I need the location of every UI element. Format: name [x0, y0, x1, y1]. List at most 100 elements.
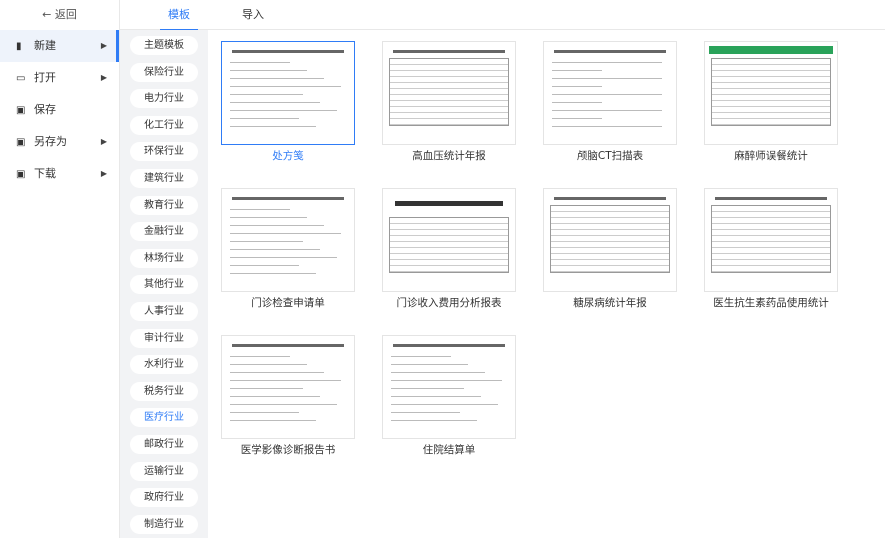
- menu-item-4[interactable]: ▣ 下载 ▶: [0, 158, 119, 190]
- category-item[interactable]: 金融行业: [130, 222, 198, 242]
- thumb-line: [230, 62, 290, 63]
- thumb-title: [232, 50, 344, 53]
- file-menu: ▮ 新建 ▶ ▭ 打开 ▶ ▣ 保存 ▣ 另存为 ▶ ▣ 下载 ▶: [0, 30, 119, 190]
- category-item[interactable]: 建筑行业: [130, 169, 198, 188]
- back-button[interactable]: ← 返回: [0, 0, 119, 30]
- template-name[interactable]: 医生抗生素药品使用统计: [691, 295, 851, 310]
- thumb-line: [230, 118, 299, 119]
- thumb-title: [232, 344, 344, 347]
- thumb-grid: [389, 217, 509, 273]
- thumb-line: [391, 404, 498, 405]
- template-thumbnail[interactable]: [221, 335, 355, 439]
- thumb-line: [391, 396, 481, 397]
- thumb-grid-row: [390, 266, 508, 272]
- thumb-line: [230, 372, 324, 373]
- thumb-line: [552, 102, 602, 103]
- category-item[interactable]: 医疗行业: [130, 408, 198, 428]
- chevron-right-icon: ▶: [100, 169, 107, 178]
- template-name[interactable]: 处方笺: [208, 148, 368, 163]
- thumb-line: [391, 380, 502, 381]
- template-name[interactable]: 住院结算单: [369, 442, 529, 457]
- menu-item-3[interactable]: ▣ 另存为 ▶: [0, 126, 119, 158]
- save-as-icon: ▣: [16, 137, 26, 148]
- thumb-grid-row: [712, 119, 830, 125]
- category-item[interactable]: 其他行业: [130, 275, 198, 295]
- template-thumbnail[interactable]: [704, 41, 838, 145]
- menu-item-label: 保存: [34, 103, 56, 116]
- category-item[interactable]: 税务行业: [130, 381, 198, 401]
- tab-0[interactable]: 模板: [160, 0, 198, 31]
- template-thumbnail[interactable]: [543, 188, 677, 292]
- menu-item-0[interactable]: ▮ 新建 ▶: [0, 30, 119, 62]
- template-thumbnail[interactable]: [221, 188, 355, 292]
- template-thumbnail[interactable]: [543, 41, 677, 145]
- thumb-line: [230, 396, 320, 397]
- category-item[interactable]: 林场行业: [130, 248, 198, 268]
- thumb-line: [552, 126, 662, 127]
- thumb-grid-row: [712, 266, 830, 272]
- thumb-line: [230, 249, 320, 250]
- template-thumbnail[interactable]: [704, 188, 838, 292]
- template-name[interactable]: 糖尿病统计年报: [530, 295, 690, 310]
- thumb-line: [230, 265, 299, 266]
- thumb-title: [554, 197, 666, 200]
- thumb-line: [230, 364, 307, 365]
- category-item[interactable]: 电力行业: [130, 89, 198, 109]
- category-item[interactable]: 环保行业: [130, 142, 198, 162]
- thumb-line: [391, 412, 460, 413]
- tab-1[interactable]: 导入: [242, 0, 264, 30]
- thumb-grid-row: [390, 119, 508, 125]
- thumb-line: [230, 273, 316, 274]
- thumb-line: [230, 102, 320, 103]
- category-item[interactable]: 运输行业: [130, 461, 198, 481]
- template-name[interactable]: 颅脑CT扫描表: [530, 148, 690, 163]
- thumb-grid: [711, 58, 831, 126]
- thumb-line: [230, 380, 341, 381]
- category-item[interactable]: 教育行业: [130, 195, 198, 215]
- thumb-line: [230, 225, 324, 226]
- category-item[interactable]: 水利行业: [130, 355, 198, 375]
- thumb-title: [715, 197, 827, 200]
- thumb-line: [230, 233, 341, 234]
- thumb-line: [230, 420, 316, 421]
- category-item[interactable]: 审计行业: [130, 328, 198, 348]
- thumb-line: [391, 356, 451, 357]
- template-thumbnail[interactable]: [221, 41, 355, 145]
- thumb-line: [552, 70, 602, 71]
- menu-item-2[interactable]: ▣ 保存: [0, 94, 119, 126]
- thumb-grid: [550, 205, 670, 273]
- template-name[interactable]: 麻醉师误餐统计: [691, 148, 851, 163]
- template-thumbnail[interactable]: [382, 41, 516, 145]
- menu-item-label: 打开: [34, 71, 56, 84]
- thumb-title: [395, 201, 503, 206]
- thumb-line: [552, 110, 662, 111]
- template-thumbnail[interactable]: [382, 335, 516, 439]
- category-item[interactable]: 人事行业: [130, 302, 198, 321]
- category-item[interactable]: 化工行业: [130, 115, 198, 135]
- template-name[interactable]: 门诊收入费用分析报表: [369, 295, 529, 310]
- thumb-line: [552, 78, 662, 79]
- thumb-line: [230, 356, 290, 357]
- thumb-header: [709, 46, 833, 54]
- category-item[interactable]: 保险行业: [130, 62, 198, 82]
- thumb-line: [552, 94, 662, 95]
- category-item[interactable]: 政府行业: [130, 488, 198, 508]
- thumb-line: [230, 209, 290, 210]
- thumb-title: [232, 197, 344, 200]
- category-item[interactable]: 邮政行业: [130, 435, 198, 454]
- thumb-grid-row: [551, 266, 669, 272]
- thumb-line: [230, 241, 303, 242]
- menu-item-1[interactable]: ▭ 打开 ▶: [0, 62, 119, 94]
- thumb-line: [391, 364, 468, 365]
- template-name[interactable]: 高血压统计年报: [369, 148, 529, 163]
- thumb-title: [554, 50, 666, 53]
- template-thumbnail[interactable]: [382, 188, 516, 292]
- category-item[interactable]: 主题模板: [130, 36, 198, 55]
- template-name[interactable]: 医学影像诊断报告书: [208, 442, 368, 457]
- new-file-icon: ▮: [16, 41, 22, 52]
- thumb-grid: [389, 58, 509, 126]
- thumb-line: [552, 118, 602, 119]
- template-name[interactable]: 门诊检查申请单: [208, 295, 368, 310]
- category-item[interactable]: 制造行业: [130, 514, 198, 534]
- tab-bar: 模板 导入: [120, 0, 885, 31]
